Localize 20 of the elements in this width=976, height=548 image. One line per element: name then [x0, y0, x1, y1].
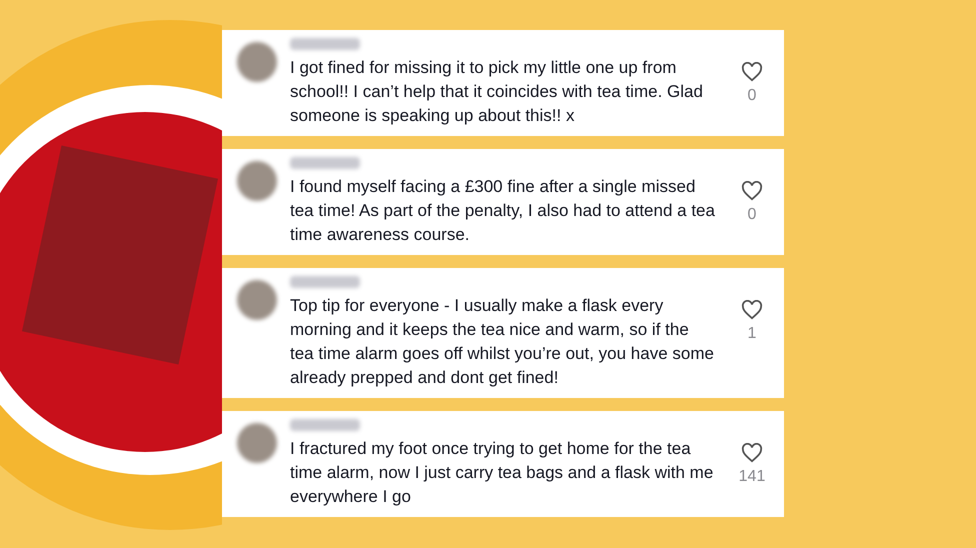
avatar: [237, 423, 277, 463]
blurred-username: [290, 157, 360, 169]
comment-text: I found myself facing a £300 fine after a single missed tea time! As part of the penalty, I also had to attend a tea time awareness course.: [290, 176, 715, 246]
heart-icon[interactable]: [741, 62, 763, 82]
comment-text: I fractured my foot once trying to get home for the tea time alarm, now I just carry tea bags and a flask with me everywhere I go: [290, 438, 714, 508]
comment-text: I got fined for missing it to pick my little one up from school!! I can’t help that it coincides with tea time. Glad someone is speaking up about this!! x: [290, 57, 704, 127]
like-count: 0: [748, 205, 756, 225]
like-count: 141: [738, 467, 766, 487]
like-count: 0: [748, 86, 756, 106]
heart-icon[interactable]: [741, 181, 763, 201]
blurred-username: [290, 276, 360, 288]
blurred-username: [290, 419, 360, 431]
heart-icon[interactable]: [741, 300, 763, 320]
comment-text: Top tip for everyone - I usually make a flask every morning and it keeps the tea nice and warm, so if the tea time alarm goes off whilst you’re out, you have some already prepped and dont get fined!: [290, 295, 715, 389]
avatar: [237, 42, 277, 82]
like-count: 1: [748, 324, 756, 344]
blurred-username: [290, 38, 360, 50]
avatar: [237, 161, 277, 201]
heart-icon[interactable]: [741, 443, 763, 463]
avatar: [237, 280, 277, 320]
